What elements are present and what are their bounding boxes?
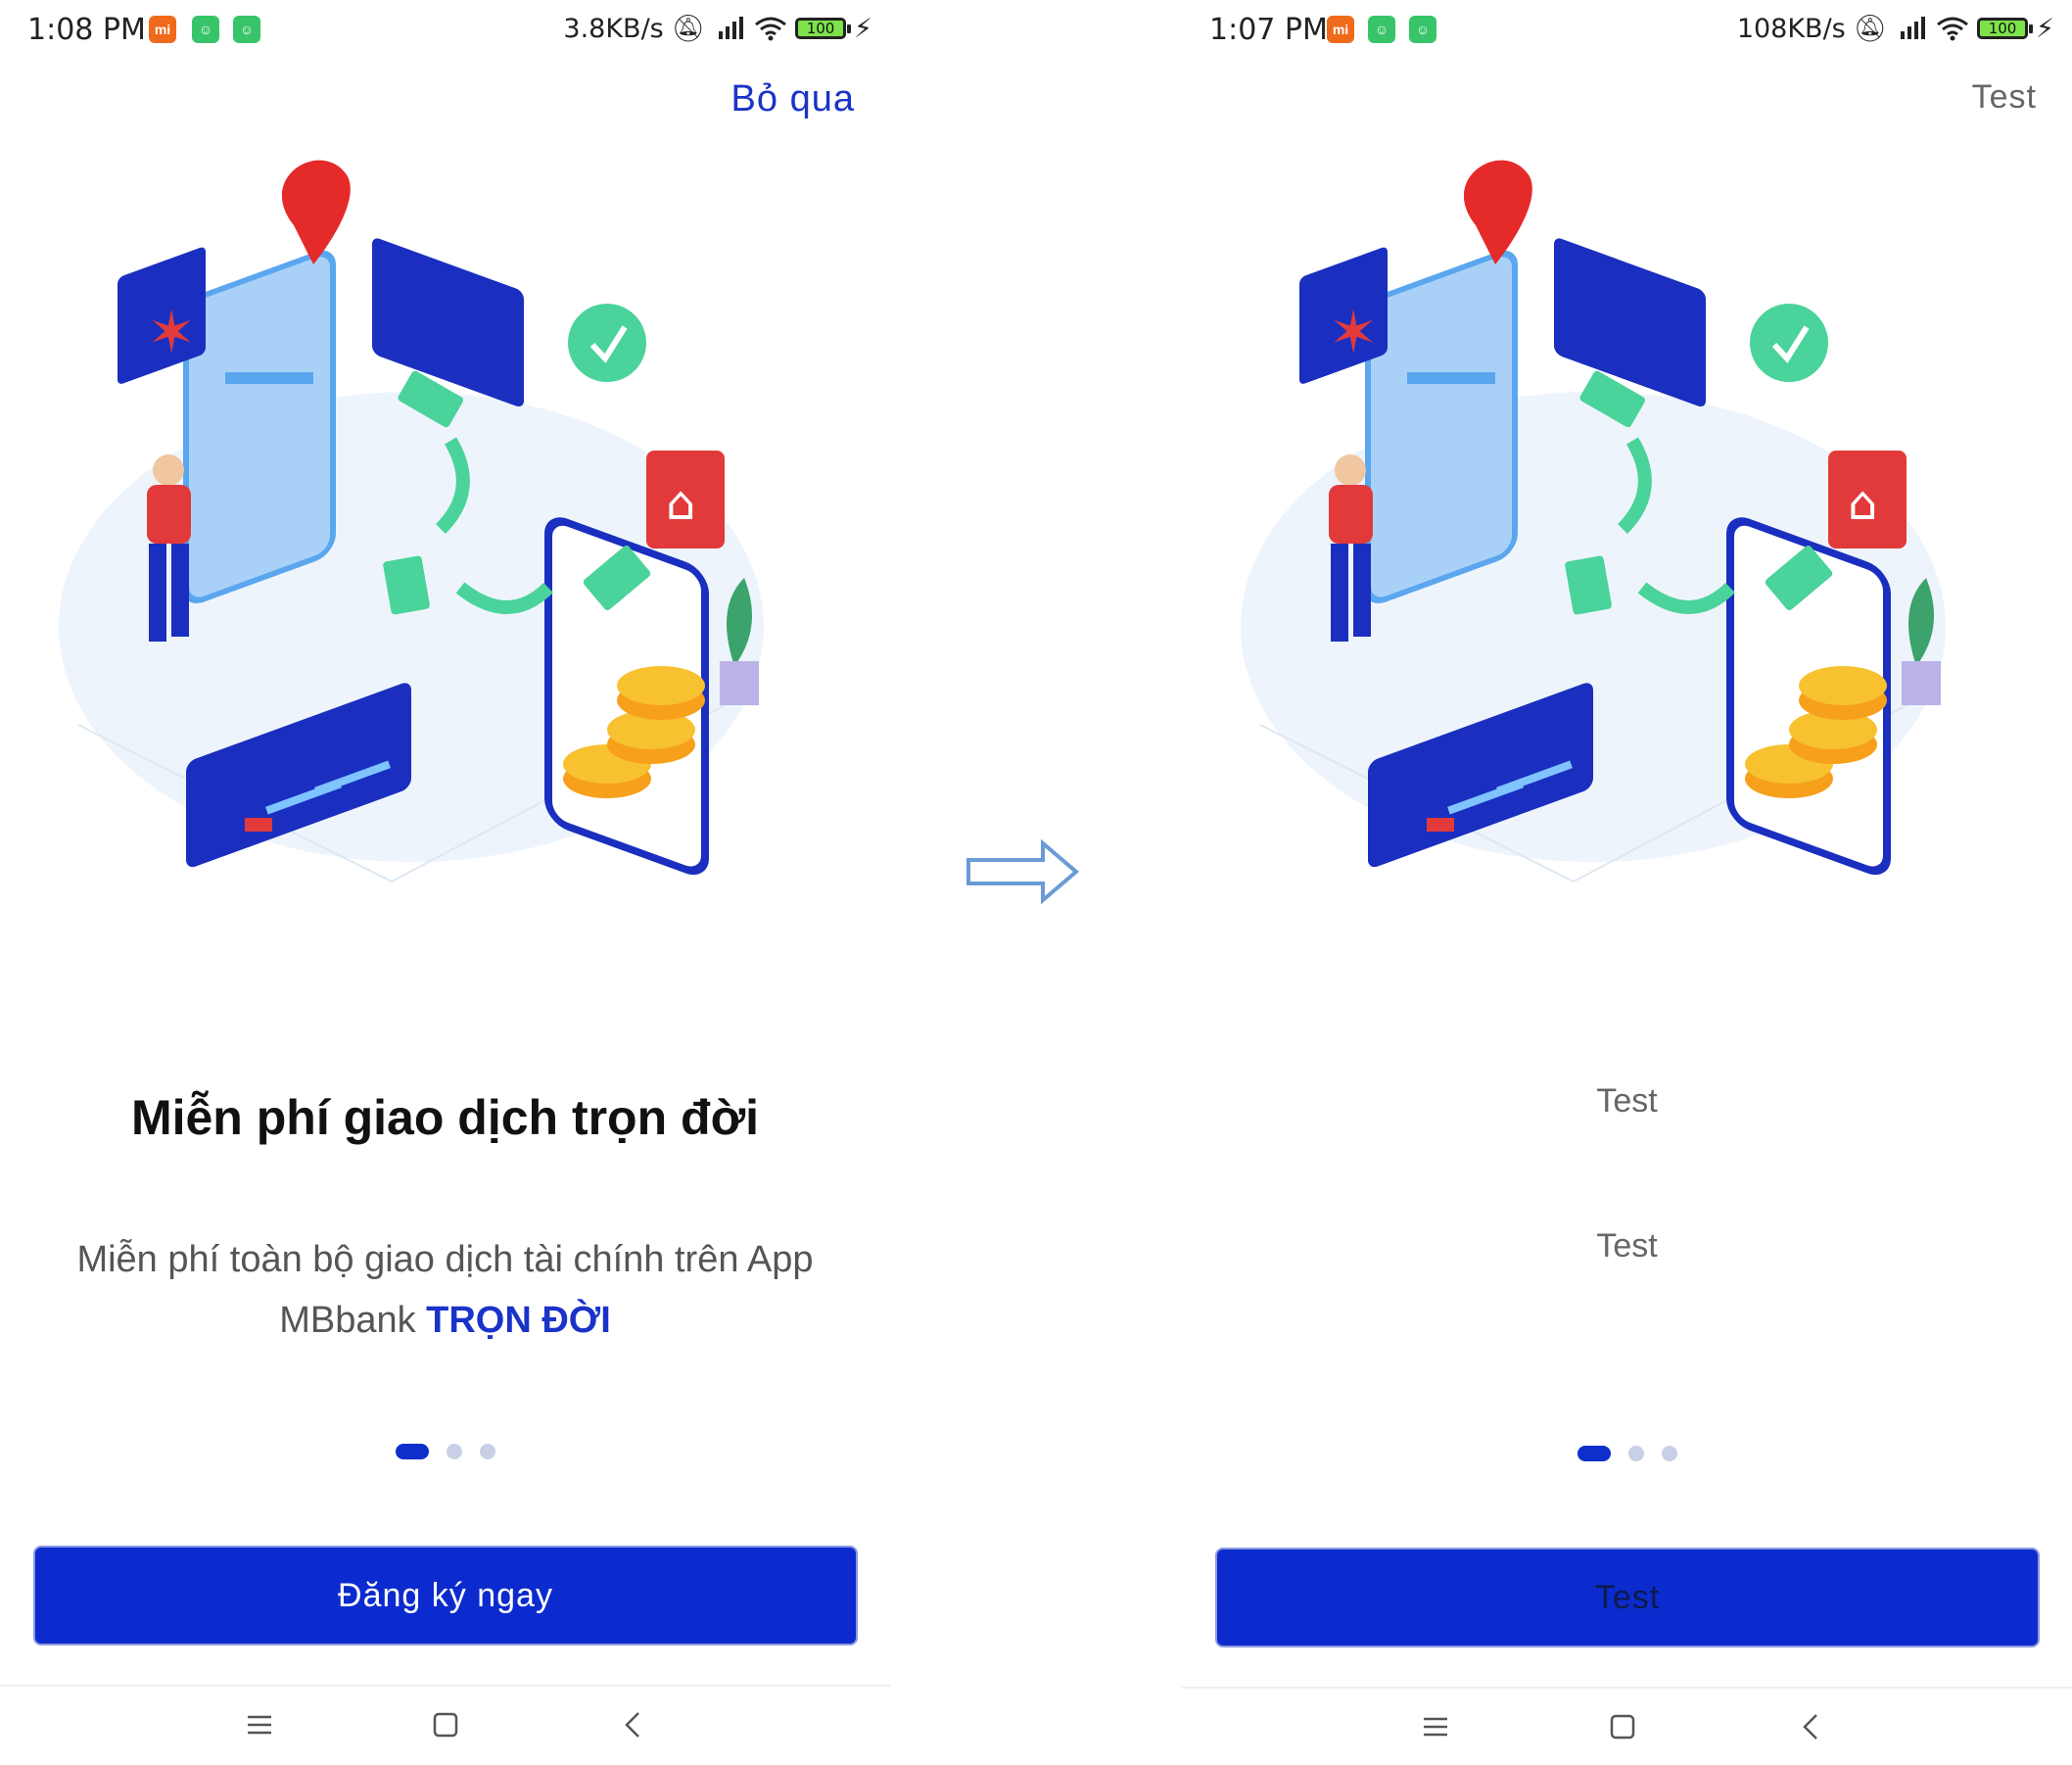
svg-text:✶: ✶ (147, 299, 196, 367)
pagination-dot[interactable] (1627, 1446, 1644, 1461)
skip-link[interactable]: Bỏ qua (731, 78, 855, 120)
mute-icon: 🔕︎ (1853, 14, 1888, 44)
primary-action-button[interactable]: Test (1217, 1550, 2038, 1646)
charging-icon: ⚡ (854, 13, 872, 44)
pagination-dots (0, 1444, 890, 1459)
status-bar: 1:07 PM mi ☺ ☺ 108KB/s 🔕︎ 100 ⚡ (1182, 0, 2072, 61)
battery-level: 100 (806, 20, 835, 37)
pagination-dot[interactable] (446, 1444, 462, 1459)
onboarding-screen-before: 1:08 PM mi ☺ ☺ 3.8KB/s 🔕︎ 100 ⚡ Bỏ qua ✶… (0, 0, 890, 1765)
wifi-icon (1937, 17, 1968, 41)
battery-level: 100 (1988, 20, 2017, 37)
mi-icon: mi (1327, 16, 1354, 43)
status-bar: 1:08 PM mi ☺ ☺ 3.8KB/s 🔕︎ 100 ⚡ (0, 0, 890, 61)
status-time: 1:07 PM (1209, 13, 1328, 47)
system-nav-bar (0, 1685, 890, 1765)
network-speed: 108KB/s (1736, 13, 1846, 44)
signal-icon (1901, 17, 1926, 39)
onboarding-illustration: ✶ FREE ⌂ (59, 160, 764, 883)
page-subtitle: Miễn phí toàn bộ giao dịch tài chính trê… (20, 1229, 871, 1351)
status-right-group: 3.8KB/s 🔕︎ 100 ⚡ (563, 13, 872, 45)
back-icon[interactable] (1797, 1712, 1826, 1741)
app-icon: ☺ (1368, 16, 1395, 43)
svg-text:⌂: ⌂ (666, 476, 695, 531)
pagination-dot[interactable] (479, 1444, 495, 1459)
subtitle-line-1: Miễn phí toàn bộ giao dịch tài chính trê… (76, 1239, 814, 1280)
system-nav-bar (1182, 1687, 2072, 1765)
menu-icon[interactable] (245, 1710, 274, 1740)
home-icon[interactable] (1608, 1712, 1637, 1741)
register-now-button[interactable]: Đăng ký ngay (35, 1548, 856, 1644)
home-icon[interactable] (431, 1710, 460, 1740)
svg-text:⌂: ⌂ (1848, 476, 1877, 531)
subtitle-plain: MBbank (279, 1300, 427, 1341)
svg-text:✶: ✶ (1329, 299, 1378, 367)
network-speed: 3.8KB/s (563, 13, 664, 44)
pagination-dot-active[interactable] (1577, 1446, 1611, 1461)
pagination-dot-active[interactable] (395, 1444, 429, 1459)
signal-icon (719, 17, 744, 39)
subtitle-emphasis: TRỌN ĐỜI (426, 1300, 611, 1341)
mi-icon: mi (149, 16, 176, 43)
mute-icon: 🔕︎ (671, 14, 706, 44)
app-icon: ☺ (233, 16, 260, 43)
status-right-group: 108KB/s 🔕︎ 100 ⚡ (1736, 13, 2054, 45)
transition-arrow-icon (966, 838, 1080, 905)
battery-icon: 100 (795, 18, 852, 39)
page-subtitle: Test (1596, 1227, 1658, 1264)
battery-icon: 100 (1977, 18, 2034, 39)
wifi-icon (755, 17, 786, 41)
page-title: Miễn phí giao dịch trọn đời (130, 1090, 760, 1145)
skip-link[interactable]: Test (1972, 78, 2037, 117)
free-badge-text: FREE (387, 165, 517, 254)
app-icon: ☺ (192, 16, 219, 43)
onboarding-illustration: ✶ FREE ⌂ (1241, 160, 1946, 883)
onboarding-screen-after: 1:07 PM mi ☺ ☺ 108KB/s 🔕︎ 100 ⚡ Test ✶ F… (1182, 0, 2072, 1765)
pagination-dot[interactable] (1661, 1446, 1677, 1461)
status-time: 1:08 PM (27, 13, 146, 47)
subtitle-line-2: MBbank TRỌN ĐỜI (20, 1290, 871, 1351)
menu-icon[interactable] (1421, 1712, 1450, 1741)
page-title: Test (1596, 1082, 1658, 1120)
app-icon: ☺ (1409, 16, 1436, 43)
pagination-dots (1182, 1446, 2072, 1461)
back-icon[interactable] (619, 1710, 648, 1740)
charging-icon: ⚡ (2036, 13, 2054, 44)
free-badge-text: FREE (1569, 165, 1699, 254)
